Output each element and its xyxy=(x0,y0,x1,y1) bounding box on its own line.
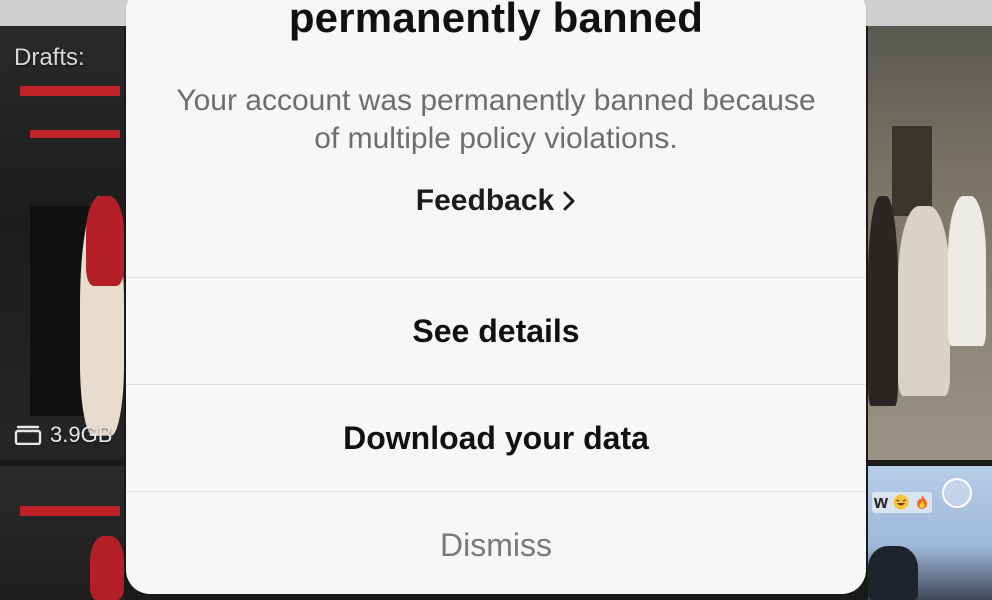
modal-message: Your account was permanently banned beca… xyxy=(176,84,816,155)
download-data-button[interactable]: Download your data xyxy=(126,385,866,491)
red-outfit xyxy=(90,536,124,600)
doorway xyxy=(892,126,932,216)
video-thumbnail-1[interactable] xyxy=(868,26,992,460)
red-rail xyxy=(30,130,120,138)
feedback-link[interactable]: Feedback xyxy=(126,184,866,218)
see-details-button[interactable]: See details xyxy=(126,278,866,384)
fire-emoji-icon xyxy=(917,495,928,509)
storage-size-text: 3.9GB xyxy=(50,422,113,447)
caption-label: w xyxy=(874,492,889,512)
red-rail xyxy=(20,506,120,516)
modal-title: permanently banned xyxy=(288,0,704,41)
red-rail xyxy=(20,86,120,96)
person-figure xyxy=(868,546,918,600)
draft-thumbnail-2[interactable] xyxy=(0,466,124,600)
chevron-right-icon xyxy=(563,191,575,211)
caption-text: w xyxy=(872,492,933,513)
stack-icon xyxy=(14,425,42,445)
video-thumbnail-2[interactable] xyxy=(868,466,992,600)
red-outfit xyxy=(86,196,124,286)
feedback-label: Feedback xyxy=(415,184,555,217)
dismiss-button[interactable]: Dismiss xyxy=(126,492,866,598)
ban-notice-modal: permanently banned Your account was perm… xyxy=(126,0,866,594)
select-circle-icon[interactable] xyxy=(942,478,972,508)
laughing-emoji-icon xyxy=(893,494,909,510)
person-figure xyxy=(868,196,898,406)
draft-thumbnail-1[interactable] xyxy=(0,26,124,460)
person-figure xyxy=(948,196,986,346)
drafts-label: Drafts: xyxy=(14,44,85,71)
person-figure xyxy=(898,206,950,396)
storage-size: 3.9GB xyxy=(14,422,112,448)
